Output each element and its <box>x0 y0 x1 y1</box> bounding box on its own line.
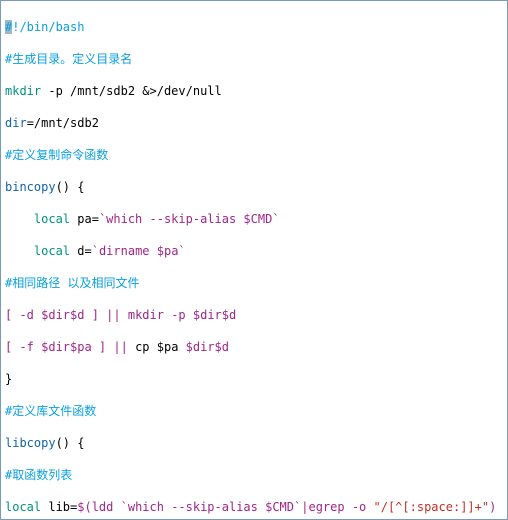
code-line: libcopy() { <box>5 435 503 451</box>
op: ] || <box>92 340 135 354</box>
comment-text: #生成目录。定义目录名 <box>5 52 132 66</box>
cmd: mkdir <box>5 84 41 98</box>
comment-text: #定义库文件函数 <box>5 404 96 418</box>
args: -p /mnt/sdb2 <box>41 84 142 98</box>
args: `which --skip-alias $CMD`| <box>113 500 308 514</box>
func-name: libcopy <box>5 436 56 450</box>
args: -o <box>345 500 374 514</box>
assign: =/mnt/sdb2 <box>27 116 99 130</box>
brace: } <box>5 372 12 386</box>
kw: local <box>34 212 70 226</box>
test: [ -d <box>5 308 41 322</box>
assign: pa= <box>70 212 99 226</box>
code-line: #取函数列表 <box>5 467 503 483</box>
subsh: $( <box>77 500 91 514</box>
args: $pa <box>150 340 186 354</box>
close: ) <box>489 500 496 514</box>
comment-text: #定义复制命令函数 <box>5 148 108 162</box>
assign: lib= <box>41 500 77 514</box>
cmd: ldd <box>92 500 114 514</box>
cmd: cp <box>135 340 149 354</box>
code-line: #定义复制命令函数 <box>5 147 503 163</box>
var: $dir$pa <box>41 340 92 354</box>
code-line: local lib=$(ldd `which --skip-alias $CMD… <box>5 499 503 515</box>
code-line: [ -d $dir$d ] || mkdir -p $dir$d <box>5 307 503 323</box>
assign: d= <box>70 244 92 258</box>
backtick: `dirname $pa` <box>92 244 186 258</box>
op: ] || <box>84 308 127 322</box>
code-line: [ -f $dir$pa ] || cp $pa $dir$d <box>5 339 503 355</box>
code-line: } <box>5 371 503 387</box>
comment-text: #取函数列表 <box>5 468 72 482</box>
args: -p <box>164 308 193 322</box>
backtick: `which --skip-alias $CMD` <box>99 212 280 226</box>
comment-text: #相同路径 以及相同文件 <box>5 276 139 290</box>
code-line: #定义库文件函数 <box>5 403 503 419</box>
var: $dir$d <box>41 308 84 322</box>
cmd: mkdir <box>128 308 164 322</box>
code-line: #!/bin/bash <box>5 19 503 35</box>
kw: local <box>34 244 70 258</box>
code-line: local pa=`which --skip-alias $CMD` <box>5 211 503 227</box>
code-editor[interactable]: #!/bin/bash #生成目录。定义目录名 mkdir -p /mnt/sd… <box>0 0 508 520</box>
kw: local <box>5 500 41 514</box>
path: /dev/null <box>157 84 222 98</box>
indent <box>5 212 34 226</box>
code-line: local d=`dirname $pa` <box>5 243 503 259</box>
brace: () { <box>56 180 85 194</box>
shebang-rest: !/bin/bash <box>12 20 84 34</box>
code-line: #相同路径 以及相同文件 <box>5 275 503 291</box>
var: $dir$d <box>186 340 229 354</box>
brace: () { <box>56 436 85 450</box>
var: $dir$d <box>193 308 236 322</box>
cmd: egrep <box>308 500 344 514</box>
code-line: mkdir -p /mnt/sdb2 &>/dev/null <box>5 83 503 99</box>
test: [ -f <box>5 340 41 354</box>
code-line: dir=/mnt/sdb2 <box>5 115 503 131</box>
string: "/[^[:space:]]+" <box>374 500 490 514</box>
code-line: bincopy() { <box>5 179 503 195</box>
redir: &> <box>142 84 156 98</box>
var: dir <box>5 116 27 130</box>
indent <box>5 244 34 258</box>
func-name: bincopy <box>5 180 56 194</box>
code-line: #生成目录。定义目录名 <box>5 51 503 67</box>
